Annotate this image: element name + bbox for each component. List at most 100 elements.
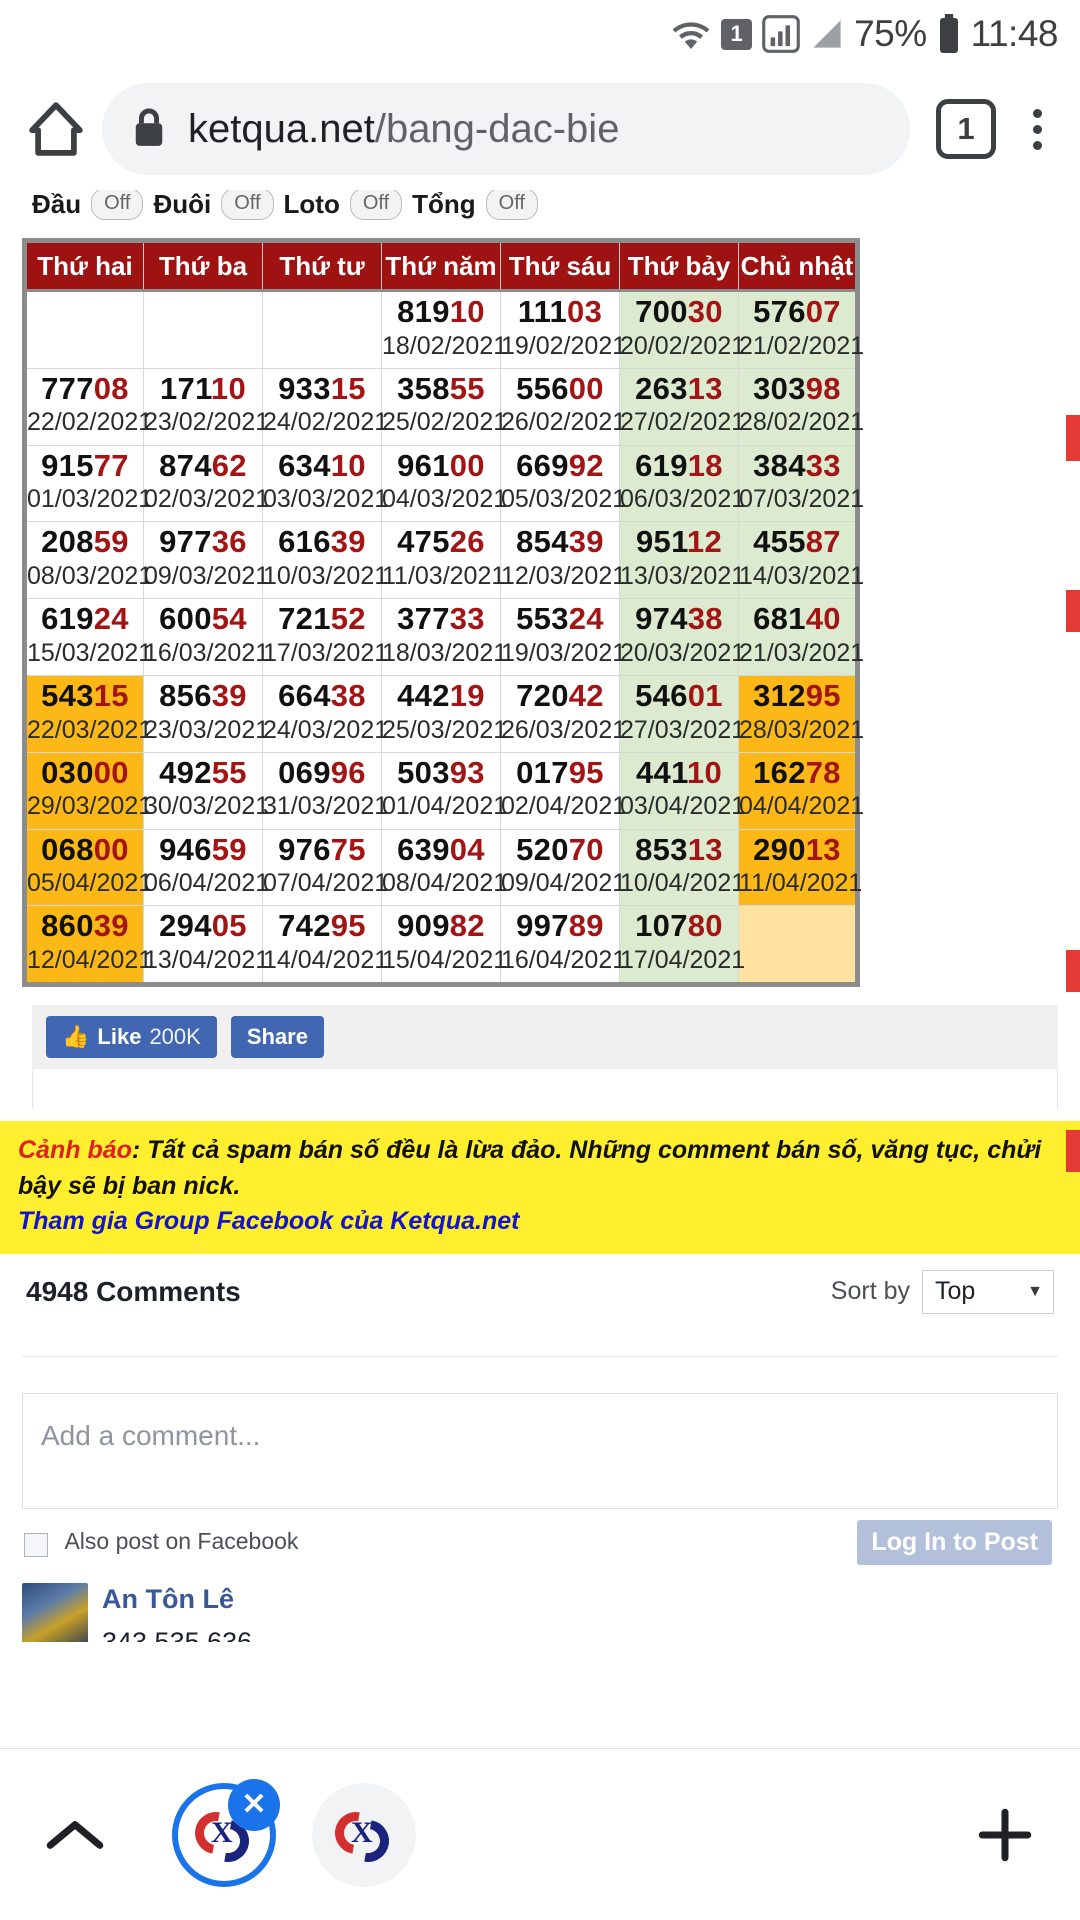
table-cell[interactable]: 37733 18/03/2021 [381,598,507,676]
table-cell[interactable]: 55324 19/03/2021 [500,598,626,676]
table-cell[interactable] [24,290,144,369]
inactive-tab-thumbnail[interactable]: X [312,1782,416,1887]
table-cell[interactable]: 50393 01/04/2021 [381,752,507,830]
result-frame: Thứ hai Thứ ba Thứ tư Thứ năm Thứ sáu Thứ bảy… [10,224,1070,1110]
table-cell[interactable]: 85439 12/03/2021 [500,521,626,600]
prize-number: 72152 [278,601,366,637]
table-cell[interactable]: 61639 10/03/2021 [262,521,388,600]
avatar[interactable] [22,1582,88,1642]
tab-switcher-button[interactable]: 1 [936,99,996,159]
table-cell[interactable]: 06996 31/03/2021 [262,752,388,830]
table-cell[interactable]: 44110 03/04/2021 [619,752,745,830]
table-cell[interactable]: 06800 05/04/2021 [24,829,152,907]
table-cell[interactable]: 49255 30/03/2021 [143,752,269,830]
kebab-menu-icon[interactable] [1010,108,1064,150]
prize-number: 16278 [753,754,841,790]
table-cell[interactable]: 77708 22/02/2021 [24,368,152,446]
table-cell[interactable]: 63904 08/04/2021 [381,829,507,907]
table-cell[interactable]: 26313 27/02/2021 [619,368,745,446]
table-column-header-1: Thứ ba [143,240,263,292]
filter-toggle-2[interactable]: Off [349,190,403,220]
filter-toggle-1[interactable]: Off [221,190,274,220]
table-cell[interactable]: 81910 18/02/2021 [381,290,507,369]
table-cell[interactable]: 91577 01/03/2021 [24,445,152,523]
table-cell[interactable]: 85639 23/03/2021 [143,675,269,753]
close-icon[interactable]: ✕ [228,1778,280,1831]
table-cell[interactable]: 52070 09/04/2021 [500,829,626,907]
table-cell[interactable]: 70030 20/02/2021 [619,290,745,369]
table-cell[interactable]: 38433 07/03/2021 [738,445,864,523]
address-bar[interactable]: ketqua.net/bang-dac-bie [102,83,910,175]
table-cell[interactable]: 47526 11/03/2021 [381,521,505,600]
table-cell[interactable]: 60054 16/03/2021 [143,598,269,676]
table-cell[interactable]: 99789 16/04/2021 [500,905,626,985]
prize-number: 63904 [397,831,485,867]
table-cell[interactable]: 66438 24/03/2021 [262,675,388,753]
comment-composer[interactable]: Add a comment... [22,1392,1058,1509]
table-cell[interactable] [738,905,858,985]
chevron-up-icon[interactable] [0,1815,150,1855]
table-cell[interactable]: 72152 17/03/2021 [262,598,388,676]
prize-number: 66438 [278,677,366,713]
active-tab-thumbnail[interactable]: X ✕ [172,1778,280,1887]
facebook-like-button[interactable]: 👍 Like 200K [46,1016,217,1059]
table-cell[interactable]: 97438 20/03/2021 [619,598,745,676]
plus-icon[interactable] [930,1804,1080,1866]
comment-input-placeholder[interactable]: Add a comment... [23,1394,1057,1452]
table-cell[interactable]: 63410 03/03/2021 [262,445,388,523]
filter-toggle-3[interactable]: Off [485,190,538,220]
table-cell[interactable]: 11103 19/02/2021 [500,290,626,369]
table-cell[interactable]: 54315 22/03/2021 [24,675,153,753]
table-cell[interactable]: 29013 11/04/2021 [738,829,862,907]
table-cell[interactable]: 30398 28/02/2021 [738,368,864,446]
table-cell[interactable]: 45587 14/03/2021 [738,521,864,600]
table-cell[interactable] [143,290,263,369]
table-cell[interactable]: 96100 04/03/2021 [381,445,507,523]
table-cell[interactable]: 90982 15/04/2021 [381,905,507,985]
table-cell[interactable]: 31295 28/03/2021 [738,675,864,753]
table-cell[interactable]: 03000 29/03/2021 [24,752,152,830]
table-cell[interactable]: 20859 08/03/2021 [24,521,152,600]
also-post-group[interactable]: Also post on Facebook [24,1528,298,1558]
sort-select[interactable]: Top ▼ [922,1269,1054,1314]
table-cell[interactable] [262,290,382,369]
table-cell[interactable]: 95112 13/03/2021 [619,521,745,600]
comment-author[interactable]: An Tôn Lê [102,1583,1058,1615]
table-cell[interactable]: 17110 23/02/2021 [143,368,269,446]
table-cell[interactable]: 35855 25/02/2021 [381,368,507,446]
table-cell[interactable]: 86039 12/04/2021 [24,905,152,985]
prize-number: 31295 [753,677,841,713]
table-cell[interactable]: 16278 04/04/2021 [738,752,864,830]
table-cell[interactable]: 66992 05/03/2021 [500,445,626,523]
table-cell[interactable]: 68140 21/03/2021 [738,598,864,676]
table-cell[interactable]: 72042 26/03/2021 [500,675,626,753]
divider [22,1355,1058,1357]
table-cell[interactable]: 29405 13/04/2021 [143,905,269,985]
table-cell[interactable]: 87462 02/03/2021 [143,445,269,523]
filter-toggle-row[interactable]: Đầu Off Đuôi Off Loto Off Tổng Off [0,190,1080,224]
table-cell[interactable]: 94659 06/04/2021 [143,829,269,907]
also-post-checkbox[interactable] [24,1533,48,1558]
prize-date: 22/03/2021 [27,715,153,744]
facebook-group-link[interactable]: Tham gia Group Facebook của Ketqua.net [18,1204,1062,1240]
table-cell[interactable]: 10780 17/04/2021 [619,905,745,985]
facebook-share-button[interactable]: Share [230,1016,324,1059]
table-cell[interactable]: 74295 14/04/2021 [262,905,388,985]
table-cell[interactable]: 97736 09/03/2021 [143,521,269,600]
table-cell[interactable]: 54601 27/03/2021 [619,675,746,753]
table-cell[interactable]: 01795 02/04/2021 [500,752,626,830]
prize-date: 27/03/2021 [620,715,746,744]
home-icon[interactable] [16,98,96,160]
login-to-post-button[interactable]: Log In to Post [857,1520,1052,1566]
filter-toggle-0[interactable]: Off [91,190,144,220]
table-cell[interactable]: 61924 15/03/2021 [24,598,152,676]
table-cell[interactable]: 44219 25/03/2021 [381,675,507,753]
web-page-viewport[interactable]: Đầu Off Đuôi Off Loto Off Tổng Off Thứ hai Thứ b… [0,190,1080,1642]
table-cell[interactable]: 61918 06/03/2021 [619,445,745,523]
table-cell[interactable]: 55600 26/02/2021 [500,368,626,446]
table-cell[interactable]: 57607 21/02/2021 [738,290,864,369]
table-cell[interactable]: 85313 10/04/2021 [619,829,745,907]
table-cell[interactable]: 93315 24/02/2021 [262,368,388,446]
sort-control[interactable]: Sort by Top ▼ [831,1269,1054,1314]
table-cell[interactable]: 97675 07/04/2021 [262,829,388,907]
